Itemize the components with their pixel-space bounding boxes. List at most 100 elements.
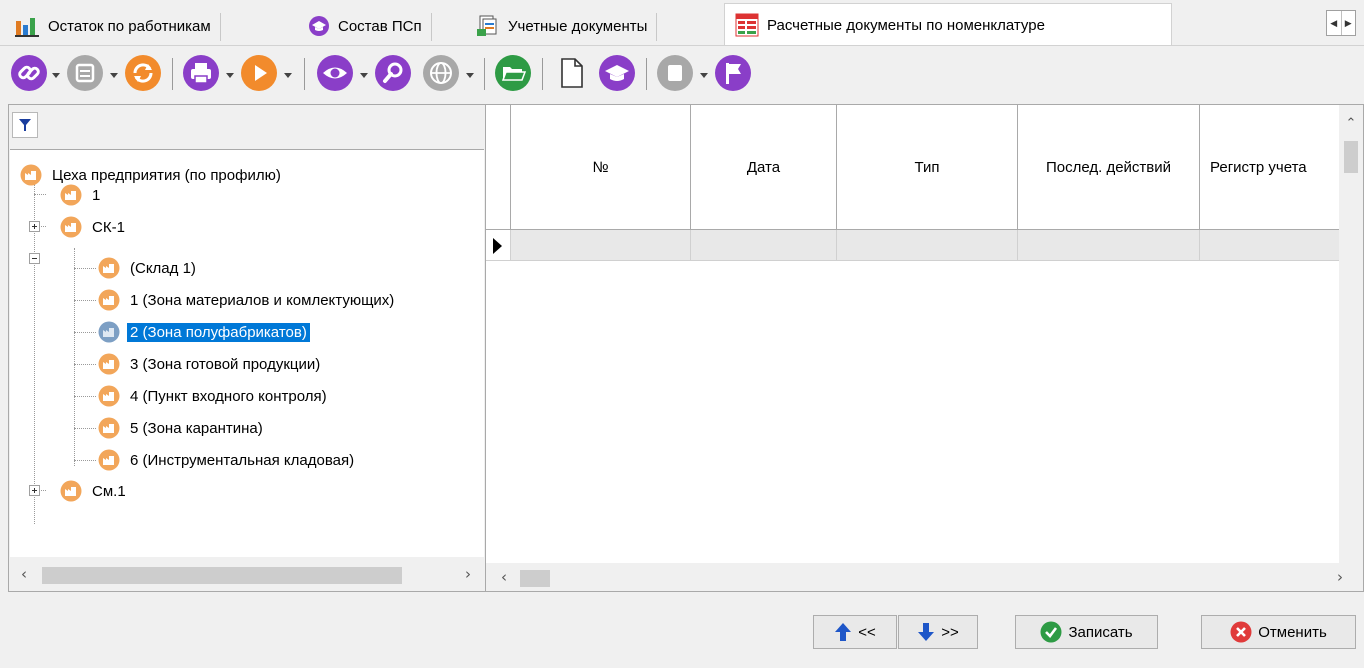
expand-toggle[interactable] bbox=[29, 221, 40, 232]
tree-node-child[interactable]: 4 (Пункт входного контроля) bbox=[98, 385, 330, 407]
tree-node-cm1[interactable]: См.1 bbox=[60, 480, 129, 502]
cancel-icon bbox=[1230, 621, 1252, 643]
factory-icon bbox=[98, 449, 120, 471]
tree-node-root[interactable]: Цеха предприятия (по профилю) bbox=[20, 164, 284, 186]
table-cell[interactable] bbox=[691, 230, 837, 260]
tree-node-label: (Склад 1) bbox=[130, 259, 196, 277]
globe-dropdown-arrow[interactable] bbox=[466, 73, 474, 78]
tree-node-child[interactable]: 5 (Зона карантина) bbox=[98, 417, 266, 439]
save-button[interactable]: Записать bbox=[1015, 615, 1158, 649]
tab-label: Учетные документы bbox=[508, 17, 648, 35]
factory-icon bbox=[20, 164, 42, 186]
search-icon[interactable] bbox=[374, 54, 412, 92]
play-dropdown-arrow[interactable] bbox=[284, 73, 292, 78]
next-button[interactable]: >> bbox=[898, 615, 978, 649]
factory-selected-icon bbox=[98, 321, 120, 343]
link-icon[interactable] bbox=[10, 54, 48, 92]
scroll-right-icon[interactable]: › bbox=[1332, 568, 1348, 586]
new-document-icon[interactable] bbox=[552, 54, 590, 92]
tree-node-child[interactable]: 3 (Зона готовой продукции) bbox=[98, 353, 323, 375]
globe-icon[interactable] bbox=[422, 54, 460, 92]
open-folder-icon[interactable] bbox=[494, 54, 532, 92]
tree-node-label: 2 (Зона полуфабрикатов) bbox=[127, 322, 310, 342]
tree-node-label: 3 (Зона готовой продукции) bbox=[130, 355, 321, 373]
tab-strip: Остаток по работникам Состав ПСп Учетные… bbox=[0, 0, 1364, 46]
tree-node-label: 1 bbox=[92, 186, 101, 204]
grid-vertical-scrollbar[interactable]: ⌃ ⌄ bbox=[1339, 105, 1363, 573]
column-header-label: Послед. действий bbox=[1045, 159, 1172, 176]
scroll-thumb[interactable] bbox=[1344, 141, 1358, 173]
factory-icon bbox=[98, 385, 120, 407]
print-dropdown-arrow[interactable] bbox=[226, 73, 234, 78]
tab-scroll-left-button[interactable]: ◀ bbox=[1327, 11, 1341, 35]
tree-node-ck1[interactable]: СК-1 bbox=[60, 216, 128, 238]
collapse-toggle[interactable] bbox=[29, 253, 40, 264]
tree-node-label: 1 (Зона материалов и комлектующих) bbox=[130, 291, 395, 309]
table-cell[interactable] bbox=[837, 230, 1018, 260]
warehouse-tree[interactable]: Цеха предприятия (по профилю) 1 СК-1 (Ск… bbox=[10, 149, 484, 557]
refresh-icon[interactable] bbox=[124, 54, 162, 92]
row-indicator-cell bbox=[486, 230, 511, 260]
filter-button[interactable] bbox=[12, 112, 38, 138]
table-cell[interactable] bbox=[511, 230, 691, 260]
view-icon[interactable] bbox=[316, 54, 354, 92]
factory-icon bbox=[60, 480, 82, 502]
tree-node-child-selected[interactable]: 2 (Зона полуфабрикатов) bbox=[98, 321, 310, 343]
record-icon[interactable] bbox=[66, 54, 104, 92]
row-indicator-header bbox=[486, 105, 511, 230]
current-row-arrow-icon bbox=[493, 238, 502, 254]
next-button-label: >> bbox=[941, 623, 959, 641]
tab-label: Остаток по работникам bbox=[48, 17, 211, 35]
stop-icon[interactable] bbox=[656, 54, 694, 92]
scroll-right-icon[interactable]: › bbox=[460, 565, 476, 583]
view-dropdown-arrow[interactable] bbox=[360, 73, 368, 78]
scroll-thumb[interactable] bbox=[42, 567, 402, 584]
tab-label: Расчетные документы по номенклатуре bbox=[767, 16, 1045, 34]
tree-node-1[interactable]: 1 bbox=[60, 184, 103, 206]
scroll-thumb[interactable] bbox=[520, 570, 550, 587]
tree-node-child[interactable]: 1 (Зона материалов и комлектующих) bbox=[98, 289, 397, 311]
workers-chart-icon bbox=[15, 18, 39, 37]
tab-nomenclature-docs[interactable]: Расчетные документы по номенклатуре bbox=[724, 3, 1172, 46]
stop-dropdown-arrow[interactable] bbox=[700, 73, 708, 78]
grid-horizontal-scrollbar[interactable]: ‹ › bbox=[486, 563, 1363, 591]
table-row[interactable] bbox=[486, 230, 1340, 261]
play-icon[interactable] bbox=[240, 54, 278, 92]
tab-accounting-docs[interactable]: Учетные документы bbox=[466, 9, 658, 43]
tab-psp-composition[interactable]: Состав ПСп bbox=[298, 9, 432, 43]
print-icon[interactable] bbox=[182, 54, 220, 92]
tree-horizontal-scrollbar[interactable]: ‹ › bbox=[10, 560, 484, 590]
arrow-down-icon bbox=[918, 623, 935, 641]
column-header-register[interactable]: Регистр учета bbox=[1200, 105, 1340, 230]
flag-icon[interactable] bbox=[714, 54, 752, 92]
record-dropdown-arrow[interactable] bbox=[110, 73, 118, 78]
tab-workers-balance[interactable]: Остаток по работникам bbox=[4, 9, 221, 43]
tree-node-child[interactable]: 6 (Инструментальная кладовая) bbox=[98, 449, 357, 471]
column-header-action-sequence[interactable]: Послед. действий bbox=[1018, 105, 1200, 230]
link-dropdown-arrow[interactable] bbox=[52, 73, 60, 78]
graduation-cap-icon[interactable] bbox=[598, 54, 636, 92]
scroll-up-icon[interactable]: ⌃ bbox=[1343, 115, 1359, 131]
factory-icon bbox=[60, 184, 82, 206]
column-header-type[interactable]: Тип bbox=[837, 105, 1018, 230]
expand-toggle[interactable] bbox=[29, 485, 40, 496]
table-cell[interactable] bbox=[1018, 230, 1200, 260]
factory-icon bbox=[98, 289, 120, 311]
scroll-left-icon[interactable]: ‹ bbox=[16, 565, 32, 583]
toolbar bbox=[0, 46, 1364, 104]
column-header-date[interactable]: Дата bbox=[691, 105, 837, 230]
previous-button[interactable]: << bbox=[813, 615, 897, 649]
table-cell[interactable] bbox=[1200, 230, 1340, 260]
tree-node-child[interactable]: (Склад 1) bbox=[98, 257, 199, 279]
column-header-number[interactable]: № bbox=[511, 105, 691, 230]
column-header-label: Тип bbox=[914, 159, 940, 176]
column-header-label: Регистр учета bbox=[1210, 159, 1307, 176]
scroll-left-icon[interactable]: ‹ bbox=[496, 568, 512, 586]
grid-header: № Дата Тип Послед. действий Регистр учет… bbox=[486, 105, 1340, 230]
factory-icon bbox=[98, 417, 120, 439]
factory-icon bbox=[98, 353, 120, 375]
tab-scroll-right-button[interactable]: ▶ bbox=[1340, 11, 1356, 35]
cancel-button[interactable]: Отменить bbox=[1201, 615, 1356, 649]
tab-scroll-buttons: ◀ ▶ bbox=[1326, 10, 1356, 36]
tree-node-label: 6 (Инструментальная кладовая) bbox=[130, 451, 355, 469]
